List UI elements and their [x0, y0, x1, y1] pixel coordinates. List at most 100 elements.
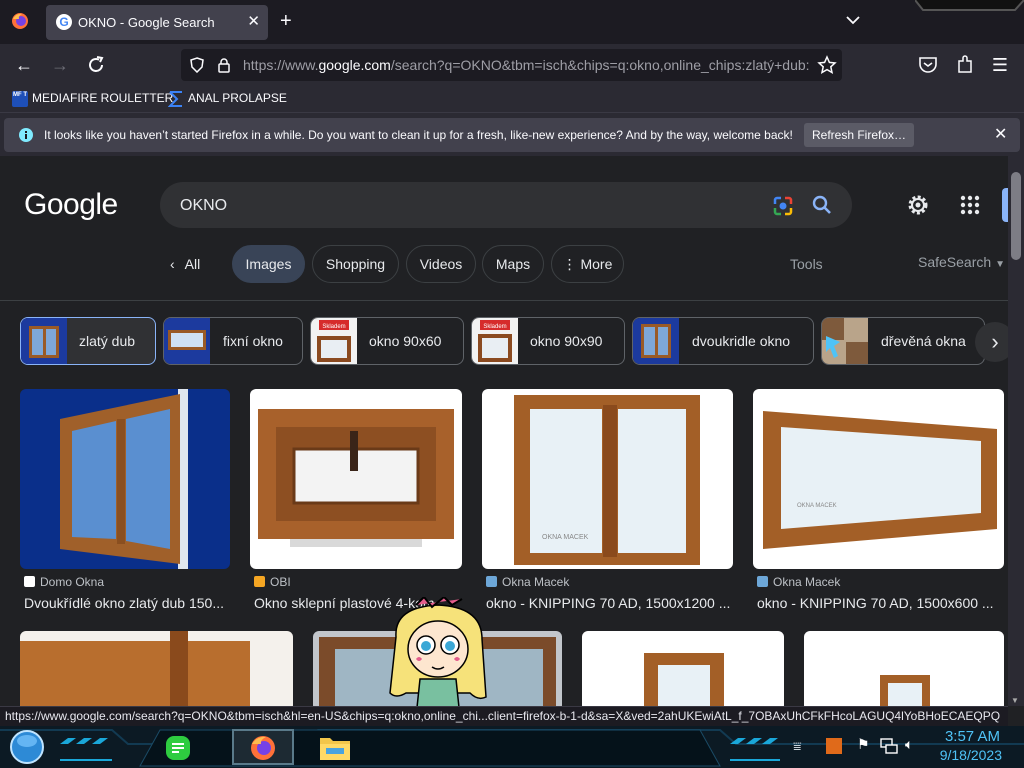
close-tab-icon[interactable]: ✕	[247, 12, 260, 30]
tab-okno-google-search[interactable]: G OKNO - Google Search ✕	[46, 5, 268, 40]
result-image[interactable]: OKNA MACEK	[482, 389, 733, 569]
chip-dvoukridle-okno[interactable]: dvoukridle okno	[632, 317, 814, 365]
page-scrollbar[interactable]: ▼	[1008, 156, 1024, 706]
shield-icon[interactable]	[189, 57, 205, 73]
clock-date[interactable]: 9/18/2023	[934, 747, 1002, 763]
chip-thumbnail: Skladem	[472, 318, 518, 364]
google-apps-icon[interactable]	[958, 193, 982, 217]
show-hidden-icons-icon[interactable]: ⩸	[793, 738, 802, 755]
tab-maps[interactable]: Maps	[482, 245, 544, 283]
bookmark-sigma-icon	[168, 91, 182, 107]
bookmarks-toolbar: MF T MEDIAFIRE ROULETTER ANAL PROLAPSE	[0, 86, 1024, 112]
svg-text:OKNA MACEK: OKNA MACEK	[797, 503, 837, 509]
search-icon[interactable]	[811, 194, 833, 216]
navigation-toolbar: ← → https://www.google.com/search?q=OKNO…	[0, 44, 1024, 86]
url-bar[interactable]: https://www.google.com/search?q=OKNO&tbm…	[181, 49, 842, 81]
extensions-icon[interactable]	[955, 55, 975, 75]
google-images-page: Google OKNO ‹ All Images Shopping Videos…	[0, 156, 1008, 706]
tray-app-icon[interactable]	[826, 738, 842, 754]
result-title[interactable]: Dvoukřídlé okno zlatý dub 150...	[24, 595, 234, 611]
chip-drevena-okna[interactable]: dřevěná okna	[821, 317, 985, 365]
firefox-icon[interactable]	[10, 11, 30, 31]
network-icon[interactable]	[880, 738, 898, 754]
chip-okno-90x60[interactable]: Skladem okno 90x60	[310, 317, 464, 365]
chip-thumbnail	[21, 318, 67, 364]
bookmark-star-icon[interactable]	[817, 55, 837, 75]
chip-label: dřevěná okna	[881, 333, 966, 349]
image-result-8[interactable]	[804, 631, 1004, 706]
tab-all[interactable]: ‹ All	[170, 245, 200, 283]
obi-favicon-icon	[254, 576, 265, 587]
taskbar-decoration	[0, 729, 1024, 767]
result-source: Okna Macek	[486, 575, 569, 589]
forward-button[interactable]: →	[48, 53, 72, 77]
chevron-down-icon[interactable]	[845, 12, 861, 28]
notification-container: It looks like you haven’t started Firefo…	[4, 118, 1020, 152]
back-button[interactable]: ←	[12, 53, 36, 77]
svg-text:Skladem: Skladem	[483, 324, 506, 330]
result-title[interactable]: okno - KNIPPING 70 AD, 1500x1200 ...	[486, 595, 736, 611]
taskbar-firefox-active[interactable]	[232, 729, 294, 765]
scroll-down-icon[interactable]: ▼	[1011, 696, 1019, 705]
lock-icon[interactable]	[217, 57, 231, 73]
window-titlebar-decoration	[915, 0, 1024, 11]
chip-thumbnail	[822, 318, 868, 364]
chevron-left-icon: ‹	[170, 256, 175, 272]
pocket-icon[interactable]	[918, 56, 938, 74]
google-logo[interactable]: Google	[24, 188, 118, 222]
chip-thumbnail	[633, 318, 679, 364]
svg-text:OKNA MACEK: OKNA MACEK	[542, 534, 589, 541]
tab-shopping[interactable]: Shopping	[312, 245, 399, 283]
chip-label: dvoukridle okno	[692, 333, 791, 349]
mediafire-icon: MF T	[12, 91, 28, 107]
chip-fixni-okno[interactable]: fixní okno	[163, 317, 303, 365]
google-lens-icon[interactable]	[772, 195, 794, 217]
notes-app-icon[interactable]	[164, 734, 192, 762]
okna-macek-favicon-icon	[486, 576, 497, 587]
domo-okna-favicon-icon	[24, 576, 35, 587]
chip-label: okno 90x90	[530, 333, 603, 349]
image-result-7[interactable]	[582, 631, 784, 706]
image-result-5[interactable]	[20, 631, 293, 706]
close-notification-icon[interactable]: ✕	[994, 124, 1007, 144]
tab-videos[interactable]: Videos	[406, 245, 476, 283]
result-image[interactable]: OKNA MACEK	[753, 389, 1004, 569]
start-orb-icon[interactable]	[8, 728, 46, 766]
bookmark-mediafire-rouletter[interactable]: MEDIAFIRE ROULETTER	[32, 91, 173, 105]
volume-icon[interactable]: 🔈︎	[905, 736, 913, 753]
header-divider	[0, 300, 1008, 301]
chip-okno-90x90[interactable]: Skladem okno 90x90	[471, 317, 625, 365]
safesearch-button[interactable]: SafeSearch ▼	[918, 254, 1005, 270]
tab-bar: G OKNO - Google Search ✕ +	[0, 0, 1024, 44]
scrollbar-thumb[interactable]	[1011, 172, 1021, 260]
tab-images[interactable]: Images	[232, 245, 305, 283]
new-tab-button[interactable]: +	[280, 9, 292, 33]
url-text: https://www.google.com/search?q=OKNO&tbm…	[243, 57, 810, 73]
file-explorer-icon[interactable]	[318, 732, 352, 762]
firefox-notification-bar: It looks like you haven’t started Firefo…	[0, 112, 1024, 156]
settings-gear-icon[interactable]	[906, 193, 930, 217]
google-favicon-icon: G	[56, 14, 72, 30]
screen: G OKNO - Google Search ✕ + ← → https://w…	[0, 0, 1024, 768]
result-source: OBI	[254, 575, 291, 589]
refresh-firefox-button[interactable]: Refresh Firefox…	[804, 123, 914, 147]
search-box[interactable]: OKNO	[160, 182, 852, 228]
clock-time[interactable]: 3:57 AM	[940, 728, 1000, 745]
tab-more[interactable]: ⋮ More	[551, 245, 624, 283]
result-source: Okna Macek	[757, 575, 840, 589]
chip-label: okno 90x60	[369, 333, 442, 349]
chips-next-arrow-icon[interactable]: ›	[975, 322, 1008, 362]
reload-icon[interactable]	[84, 53, 108, 77]
chip-label: fixní okno	[223, 333, 283, 349]
notification-message: It looks like you haven’t started Firefo…	[44, 128, 793, 142]
tools-button[interactable]: Tools	[790, 256, 823, 272]
action-center-flag-icon[interactable]: ⚑	[857, 736, 870, 753]
search-input[interactable]: OKNO	[180, 197, 227, 215]
bookmark-anal-prolapse[interactable]: ANAL PROLAPSE	[188, 91, 287, 105]
menu-icon[interactable]: ☰	[988, 53, 1012, 77]
result-image[interactable]	[20, 389, 230, 569]
result-title[interactable]: okno - KNIPPING 70 AD, 1500x600 ...	[757, 595, 1007, 611]
more-vert-icon: ⋮	[562, 256, 581, 272]
result-image[interactable]	[250, 389, 462, 569]
chip-zlaty-dub[interactable]: zlatý dub	[20, 317, 156, 365]
